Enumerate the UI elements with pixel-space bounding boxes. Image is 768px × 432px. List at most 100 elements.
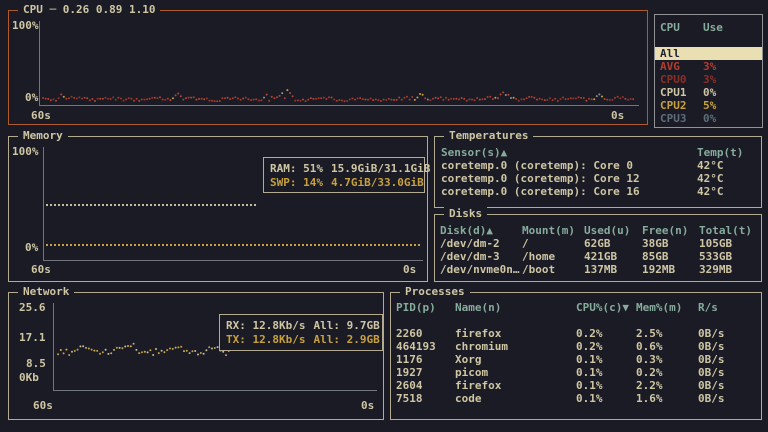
- memory-x-right-label: 0s: [403, 263, 416, 276]
- cpu-row-all[interactable]: All: [655, 47, 762, 60]
- process-rs: 0B/s: [698, 327, 756, 340]
- tx-legend-rate: TX: 12.8Kb/s: [226, 333, 305, 346]
- cpu-row-cpu2-label: CPU2: [660, 99, 703, 112]
- cpu-usage-series: [40, 21, 638, 105]
- cpu-row-cpu3-use: 0%: [703, 112, 757, 125]
- rx-legend-line: RX: 12.8Kb/s All: 9.7GB: [226, 319, 376, 332]
- process-mem: 2.2%: [636, 379, 698, 392]
- temperature-row[interactable]: coretemp.0 (coretemp): Core 0 42°C: [435, 159, 761, 172]
- disks-col-disk[interactable]: Disk(d)▲: [440, 224, 522, 237]
- cpu-title-label: CPU: [23, 3, 43, 16]
- temperatures-col-temp[interactable]: Temp(t): [697, 146, 755, 159]
- sensor-temp: 42°C: [697, 185, 755, 198]
- ram-legend-detail: 15.9GiB/31.1GiB: [331, 162, 430, 175]
- process-rs: 0B/s: [698, 366, 756, 379]
- process-row[interactable]: 2604 firefox 0.1% 2.2% 0B/s: [391, 379, 761, 392]
- processes-panel[interactable]: Processes PID(p) Name(n) CPU%(c)▼ Mem%(m…: [390, 292, 762, 420]
- memory-panel[interactable]: Memory 100% 0% 60s 0s RAM: 51% 15.9GiB/3…: [8, 136, 428, 282]
- process-row[interactable]: 1927 picom 0.1% 0.2% 0B/s: [391, 366, 761, 379]
- processes-col-name[interactable]: Name(n): [455, 301, 576, 314]
- process-rs: 0B/s: [698, 379, 756, 392]
- temperatures-title-label: Temperatures: [449, 129, 528, 142]
- network-panel-title: Network: [18, 285, 74, 298]
- processes-col-pid[interactable]: PID(p): [396, 301, 455, 314]
- cpu-x-left-label: 60s: [31, 109, 51, 122]
- disks-col-total[interactable]: Total(t): [699, 224, 756, 237]
- process-name: code: [455, 392, 576, 405]
- disks-panel[interactable]: Disks Disk(d)▲ Mount(m) Used(u) Free(n) …: [434, 214, 762, 282]
- cpu-x-right-label: 0s: [611, 109, 624, 122]
- tx-legend-line: TX: 12.8Kb/s All: 2.9GB: [226, 333, 376, 346]
- temperatures-col-sensor[interactable]: Sensor(s)▲: [441, 146, 697, 159]
- cpu-row-cpu3-label: CPU3: [660, 112, 703, 125]
- cpu-panel-title: CPU ─ 0.26 0.89 1.10: [18, 3, 160, 16]
- disks-col-free[interactable]: Free(n): [642, 224, 699, 237]
- cpu-row-cpu2-use: 5%: [703, 99, 757, 112]
- disk-used: 62GB: [584, 237, 642, 250]
- disk-row[interactable]: /dev/dm-3 /home 421GB 85GB 533GB: [435, 250, 761, 263]
- swap-legend-left: SWP: 14%: [270, 176, 323, 189]
- memory-y-min-label: 0%: [25, 241, 38, 254]
- process-row[interactable]: 7518 code 0.1% 1.6% 0B/s: [391, 392, 761, 405]
- network-x-left-label: 60s: [33, 399, 53, 412]
- memory-y-max-label: 100%: [12, 145, 39, 158]
- process-pid: 464193: [396, 340, 455, 353]
- memory-legend: RAM: 51% 15.9GiB/31.1GiB SWP: 14% 4.7GiB…: [263, 157, 425, 193]
- process-mem: 0.6%: [636, 340, 698, 353]
- disk-total: 329MB: [699, 263, 756, 276]
- disk-mount: /boot: [522, 263, 584, 276]
- processes-col-mem[interactable]: Mem%(m): [636, 301, 698, 314]
- disk-mount: /home: [522, 250, 584, 263]
- cpu-row-all-label: All: [660, 47, 703, 60]
- cpu-row-cpu0-use: 3%: [703, 73, 757, 86]
- disk-used: 421GB: [584, 250, 642, 263]
- cpu-row-cpu2[interactable]: CPU2 5%: [655, 99, 762, 112]
- process-row[interactable]: 1176 Xorg 0.1% 0.3% 0B/s: [391, 353, 761, 366]
- disk-row[interactable]: /dev/nvme0n… /boot 137MB 192MB 329MB: [435, 263, 761, 276]
- process-mem: 0.3%: [636, 353, 698, 366]
- temperature-row[interactable]: coretemp.0 (coretemp): Core 16 42°C: [435, 185, 761, 198]
- cpu-row-cpu0[interactable]: CPU0 3%: [655, 73, 762, 86]
- cpu-table-header: CPU Use: [655, 21, 762, 34]
- temperatures-panel[interactable]: Temperatures Sensor(s)▲ Temp(t) coretemp…: [434, 136, 762, 208]
- process-name: firefox: [455, 327, 576, 340]
- processes-col-rs[interactable]: R/s: [698, 301, 756, 314]
- cpu-y-min-label: 0%: [25, 91, 38, 104]
- disk-total: 533GB: [699, 250, 756, 263]
- cpu-row-cpu3[interactable]: CPU3 0%: [655, 112, 762, 125]
- disk-used: 137MB: [584, 263, 642, 276]
- cpu-row-cpu1[interactable]: CPU1 0%: [655, 86, 762, 99]
- cpu-graph: [39, 21, 639, 106]
- temperature-row[interactable]: coretemp.0 (coretemp): Core 12 42°C: [435, 172, 761, 185]
- cpu-row-cpu0-label: CPU0: [660, 73, 703, 86]
- network-y-label-2: 17.1: [19, 331, 46, 344]
- process-row[interactable]: 464193 chromium 0.2% 0.6% 0B/s: [391, 340, 761, 353]
- network-panel[interactable]: Network 25.6 17.1 8.5 0Kb 60s 0s RX: 12.…: [8, 292, 384, 420]
- cpu-row-avg[interactable]: AVG 3%: [655, 60, 762, 73]
- process-pid: 2604: [396, 379, 455, 392]
- process-name: Xorg: [455, 353, 576, 366]
- process-mem: 1.6%: [636, 392, 698, 405]
- process-mem: 0.2%: [636, 366, 698, 379]
- processes-col-cpu[interactable]: CPU%(c)▼: [576, 301, 636, 314]
- disk-device: /dev/dm-2: [440, 237, 522, 250]
- swap-usage-line: [46, 244, 422, 246]
- process-cpu: 0.1%: [576, 366, 636, 379]
- cpu-panel[interactable]: CPU ─ 0.26 0.89 1.10 100% 0% 60s 0s: [8, 10, 648, 125]
- network-y-label-1: 25.6: [19, 301, 46, 314]
- cpu-core-table[interactable]: CPU Use All AVG 3% CPU0 3% CPU1 0% CPU2 …: [654, 14, 763, 128]
- process-cpu: 0.1%: [576, 353, 636, 366]
- process-pid: 2260: [396, 327, 455, 340]
- disks-col-used[interactable]: Used(u): [584, 224, 642, 237]
- sensor-name: coretemp.0 (coretemp): Core 0: [441, 159, 697, 172]
- cpu-table-col-use: Use: [703, 21, 757, 34]
- disk-row[interactable]: /dev/dm-2 / 62GB 38GB 105GB: [435, 237, 761, 250]
- sensor-temp: 42°C: [697, 172, 755, 185]
- processes-header: PID(p) Name(n) CPU%(c)▼ Mem%(m) R/s: [391, 301, 761, 314]
- process-pid: 1176: [396, 353, 455, 366]
- swap-legend-detail: 4.7GiB/33.0GiB: [331, 176, 424, 189]
- process-row[interactable]: 2260 firefox 0.2% 2.5% 0B/s: [391, 327, 761, 340]
- disks-col-mount[interactable]: Mount(m): [522, 224, 584, 237]
- cpu-y-max-label: 100%: [12, 19, 39, 32]
- rx-legend-total: All: 9.7GB: [313, 319, 379, 332]
